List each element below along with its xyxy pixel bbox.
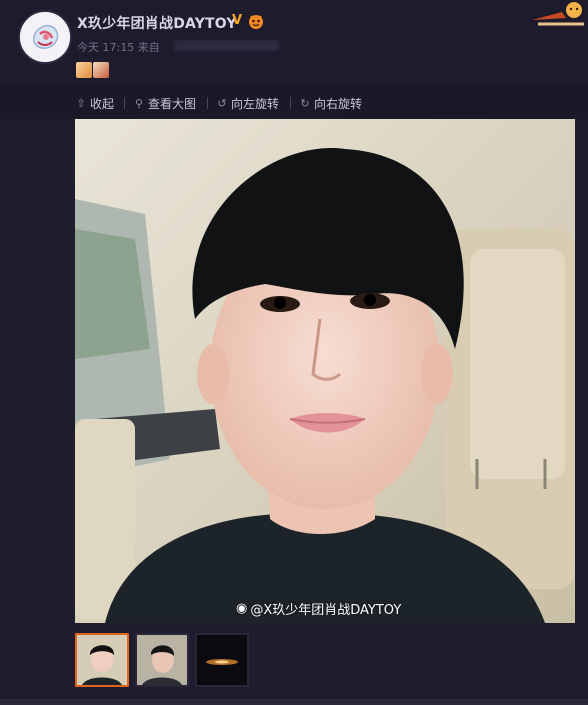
divider: [124, 97, 125, 109]
footer-divider: [0, 699, 588, 705]
thumbnail-strip: [75, 633, 249, 687]
photo-illustration: [75, 119, 575, 623]
thumbnail-2[interactable]: [135, 633, 189, 687]
thumbnail-3[interactable]: [195, 633, 249, 687]
verified-icon: V: [232, 13, 243, 28]
divider: [207, 97, 208, 109]
vip-badge-icon: [249, 15, 263, 29]
view-large-label: 查看大图: [148, 96, 197, 111]
main-photo[interactable]: ◉ @X玖少年团肖战DAYTOY: [75, 119, 575, 623]
collapse-button[interactable]: ⇧ 收起: [75, 95, 114, 111]
emoji-sticker-2-icon: [93, 62, 109, 78]
post-time[interactable]: 今天 17:15: [77, 41, 134, 54]
divider: [290, 97, 291, 109]
magnifier-icon: ⚲: [134, 96, 144, 110]
avatar[interactable]: [18, 10, 72, 64]
up-arrow-icon: ⇧: [76, 96, 86, 110]
source-prefix: 来自: [137, 41, 160, 54]
rotate-right-button[interactable]: ↻ 向右旋转: [299, 95, 362, 111]
emoji-row: [76, 62, 109, 78]
view-large-button[interactable]: ⚲ 查看大图: [133, 95, 196, 111]
rotate-left-label: 向左旋转: [231, 96, 280, 111]
source-redacted: [174, 40, 279, 51]
thumbnail-1[interactable]: [75, 633, 129, 687]
emoji-sticker-1-icon: [76, 62, 92, 78]
decoration-icon: [532, 2, 584, 26]
collapse-label: 收起: [90, 96, 115, 111]
image-toolbar: ⇧ 收起 ⚲ 查看大图 ↺ 向左旋转 ↻ 向右旋转: [0, 86, 588, 119]
post-meta: 今天 17:15 来自: [77, 39, 160, 55]
rotate-left-button[interactable]: ↺ 向左旋转: [216, 95, 279, 111]
photo-watermark: ◉ @X玖少年团肖战DAYTOY: [236, 599, 401, 618]
weibo-logo-icon: ◉: [236, 601, 248, 616]
rotate-right-icon: ↻: [300, 96, 310, 110]
post-header: X玖少年团肖战DAYTOY V 今天 17:15 来自: [0, 0, 588, 86]
rotate-left-icon: ↺: [217, 96, 227, 110]
username[interactable]: X玖少年团肖战DAYTOY: [77, 13, 237, 33]
avatar-icon: [20, 12, 70, 62]
watermark-text: @X玖少年团肖战DAYTOY: [250, 603, 402, 618]
rotate-right-label: 向右旋转: [314, 96, 363, 111]
